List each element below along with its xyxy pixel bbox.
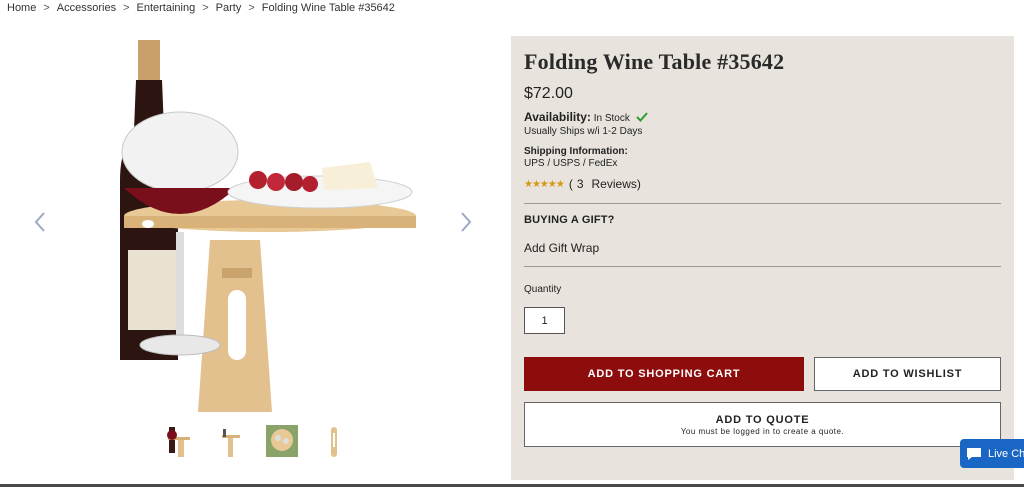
thumbnail-1[interactable] [160,423,196,459]
thumbnail-strip [160,423,352,459]
breadcrumb-separator: > [248,2,255,14]
breadcrumb: Home > Accessories > Entertaining > Part… [7,2,395,14]
breadcrumb-separator: > [123,2,130,14]
thumbnail-3[interactable] [264,423,300,459]
shipping-info: Shipping Information: UPS / USPS / FedEx [524,146,628,170]
chevron-right-icon [461,212,472,232]
reviews-label: Reviews) [591,177,641,191]
breadcrumb-entertaining[interactable]: Entertaining [137,2,196,14]
breadcrumb-separator: > [43,2,50,14]
quote-label: ADD TO QUOTE [715,413,810,426]
review-count: 3 [576,177,584,191]
add-to-cart-button[interactable]: ADD TO SHOPPING CART [524,357,804,391]
add-to-quote-button[interactable]: ADD TO QUOTE You must be logged in to cr… [524,402,1001,447]
breadcrumb-current: Folding Wine Table #35642 [261,2,395,14]
thumbnail-image [266,425,298,457]
shipping-value: UPS / USPS / FedEx [524,158,618,169]
availability-label: Availability: [524,110,591,124]
product-info-panel: Folding Wine Table #35642 $72.00 Availab… [511,36,1014,480]
thumbnail-image [167,427,190,457]
quote-note: You must be logged in to create a quote. [680,426,845,436]
review-open-paren: ( [568,177,573,191]
breadcrumb-separator: > [202,2,209,14]
divider [524,266,1001,267]
live-chat-label: Live Ch [988,447,1024,460]
thumbnail-4[interactable] [316,423,352,459]
chat-bubble-icon [967,447,981,460]
chevron-left-icon [34,212,45,232]
thumbnail-image [222,429,240,457]
thumbnail-2[interactable] [212,423,248,459]
product-rating[interactable]: ★★★★★ ( 3 Reviews) [524,177,641,191]
check-icon [635,112,648,122]
breadcrumb-party[interactable]: Party [216,2,242,14]
quantity-label: Quantity [524,284,562,295]
product-title: Folding Wine Table #35642 [524,49,785,74]
divider [524,203,1001,204]
product-gallery [0,30,505,470]
gallery-next-button[interactable] [458,210,474,234]
availability: Availability: In Stock Usually Ships w/i… [524,111,648,138]
star-rating-icon: ★★★★★ [524,178,565,190]
gallery-prev-button[interactable] [32,210,48,234]
gift-wrap-option[interactable]: Add Gift Wrap [524,241,599,255]
breadcrumb-home[interactable]: Home [7,2,36,14]
product-price: $72.00 [524,85,573,102]
availability-value: In Stock [593,113,630,124]
ships-note: Usually Ships w/i 1-2 Days [524,126,643,137]
add-to-wishlist-button[interactable]: ADD TO WISHLIST [814,357,1001,391]
thumbnail-image [331,427,337,457]
shipping-label: Shipping Information: [524,146,628,157]
product-main-image [120,40,416,412]
gift-heading: BUYING A GIFT? [524,214,615,226]
quantity-input[interactable] [524,307,565,334]
breadcrumb-accessories[interactable]: Accessories [57,2,116,14]
live-chat-button[interactable]: Live Ch [960,439,1024,468]
